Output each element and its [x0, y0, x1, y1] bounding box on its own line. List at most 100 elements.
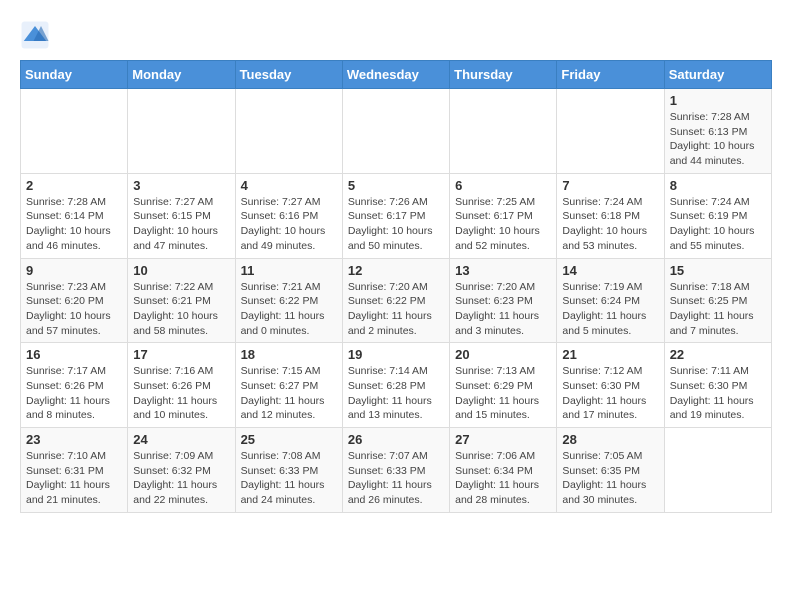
- day-info: Sunrise: 7:08 AM Sunset: 6:33 PM Dayligh…: [241, 449, 337, 508]
- calendar-cell: 26 Sunrise: 7:07 AM Sunset: 6:33 PM Dayli…: [342, 428, 449, 513]
- day-info: Sunrise: 7:23 AM Sunset: 6:20 PM Dayligh…: [26, 280, 122, 339]
- day-info: Sunrise: 7:11 AM Sunset: 6:30 PM Dayligh…: [670, 364, 766, 423]
- day-info: Sunrise: 7:15 AM Sunset: 6:27 PM Dayligh…: [241, 364, 337, 423]
- day-number: 19: [348, 347, 444, 362]
- day-number: 27: [455, 432, 551, 447]
- day-number: 2: [26, 178, 122, 193]
- calendar-cell: 7 Sunrise: 7:24 AM Sunset: 6:18 PM Daylig…: [557, 173, 664, 258]
- day-number: 25: [241, 432, 337, 447]
- day-number: 8: [670, 178, 766, 193]
- day-info: Sunrise: 7:07 AM Sunset: 6:33 PM Dayligh…: [348, 449, 444, 508]
- day-number: 11: [241, 263, 337, 278]
- calendar-header-row: SundayMondayTuesdayWednesdayThursdayFrid…: [21, 61, 772, 89]
- calendar-cell: [342, 89, 449, 174]
- calendar-cell: 15 Sunrise: 7:18 AM Sunset: 6:25 PM Dayli…: [664, 258, 771, 343]
- day-info: Sunrise: 7:09 AM Sunset: 6:32 PM Dayligh…: [133, 449, 229, 508]
- day-number: 16: [26, 347, 122, 362]
- calendar-cell: 5 Sunrise: 7:26 AM Sunset: 6:17 PM Daylig…: [342, 173, 449, 258]
- day-info: Sunrise: 7:20 AM Sunset: 6:22 PM Dayligh…: [348, 280, 444, 339]
- day-number: 5: [348, 178, 444, 193]
- day-number: 12: [348, 263, 444, 278]
- calendar-cell: 1 Sunrise: 7:28 AM Sunset: 6:13 PM Daylig…: [664, 89, 771, 174]
- day-info: Sunrise: 7:27 AM Sunset: 6:15 PM Dayligh…: [133, 195, 229, 254]
- calendar-cell: [450, 89, 557, 174]
- day-info: Sunrise: 7:12 AM Sunset: 6:30 PM Dayligh…: [562, 364, 658, 423]
- calendar-cell: 17Sunrise: 7:16 AM Sunset: 6:26 PM Dayli…: [128, 343, 235, 428]
- day-info: Sunrise: 7:24 AM Sunset: 6:18 PM Dayligh…: [562, 195, 658, 254]
- calendar-cell: 9 Sunrise: 7:23 AM Sunset: 6:20 PM Daylig…: [21, 258, 128, 343]
- day-info: Sunrise: 7:28 AM Sunset: 6:14 PM Dayligh…: [26, 195, 122, 254]
- day-info: Sunrise: 7:21 AM Sunset: 6:22 PM Dayligh…: [241, 280, 337, 339]
- calendar-cell: [664, 428, 771, 513]
- day-number: 21: [562, 347, 658, 362]
- day-info: Sunrise: 7:27 AM Sunset: 6:16 PM Dayligh…: [241, 195, 337, 254]
- day-info: Sunrise: 7:16 AM Sunset: 6:26 PM Dayligh…: [133, 364, 229, 423]
- day-number: 3: [133, 178, 229, 193]
- day-number: 18: [241, 347, 337, 362]
- calendar-cell: 3 Sunrise: 7:27 AM Sunset: 6:15 PM Daylig…: [128, 173, 235, 258]
- day-number: 28: [562, 432, 658, 447]
- calendar-cell: 27 Sunrise: 7:06 AM Sunset: 6:34 PM Dayli…: [450, 428, 557, 513]
- day-number: 15: [670, 263, 766, 278]
- day-number: 14: [562, 263, 658, 278]
- calendar-table: SundayMondayTuesdayWednesdayThursdayFrid…: [20, 60, 772, 513]
- calendar-cell: 4 Sunrise: 7:27 AM Sunset: 6:16 PM Daylig…: [235, 173, 342, 258]
- day-info: Sunrise: 7:19 AM Sunset: 6:24 PM Dayligh…: [562, 280, 658, 339]
- calendar-cell: 28 Sunrise: 7:05 AM Sunset: 6:35 PM Dayli…: [557, 428, 664, 513]
- calendar-week-row: 23 Sunrise: 7:10 AM Sunset: 6:31 PM Dayli…: [21, 428, 772, 513]
- calendar-cell: 8 Sunrise: 7:24 AM Sunset: 6:19 PM Daylig…: [664, 173, 771, 258]
- day-number: 26: [348, 432, 444, 447]
- day-number: 13: [455, 263, 551, 278]
- day-number: 24: [133, 432, 229, 447]
- calendar-cell: [128, 89, 235, 174]
- day-info: Sunrise: 7:24 AM Sunset: 6:19 PM Dayligh…: [670, 195, 766, 254]
- calendar-body: 1 Sunrise: 7:28 AM Sunset: 6:13 PM Daylig…: [21, 89, 772, 513]
- calendar-week-row: 9 Sunrise: 7:23 AM Sunset: 6:20 PM Daylig…: [21, 258, 772, 343]
- day-number: 1: [670, 93, 766, 108]
- calendar-cell: 21 Sunrise: 7:12 AM Sunset: 6:30 PM Dayli…: [557, 343, 664, 428]
- day-number: 20: [455, 347, 551, 362]
- weekday-header: Sunday: [21, 61, 128, 89]
- day-number: 23: [26, 432, 122, 447]
- calendar-cell: 19 Sunrise: 7:14 AM Sunset: 6:28 PM Dayli…: [342, 343, 449, 428]
- day-info: Sunrise: 7:17 AM Sunset: 6:26 PM Dayligh…: [26, 364, 122, 423]
- calendar-cell: 20 Sunrise: 7:13 AM Sunset: 6:29 PM Dayli…: [450, 343, 557, 428]
- day-number: 6: [455, 178, 551, 193]
- calendar-cell: 16 Sunrise: 7:17 AM Sunset: 6:26 PM Dayli…: [21, 343, 128, 428]
- logo: [20, 20, 54, 50]
- weekday-header: Wednesday: [342, 61, 449, 89]
- calendar-cell: 22 Sunrise: 7:11 AM Sunset: 6:30 PM Dayli…: [664, 343, 771, 428]
- logo-icon: [20, 20, 50, 50]
- weekday-header: Saturday: [664, 61, 771, 89]
- day-info: Sunrise: 7:22 AM Sunset: 6:21 PM Dayligh…: [133, 280, 229, 339]
- calendar-cell: 10 Sunrise: 7:22 AM Sunset: 6:21 PM Dayli…: [128, 258, 235, 343]
- calendar-cell: 11 Sunrise: 7:21 AM Sunset: 6:22 PM Dayli…: [235, 258, 342, 343]
- calendar-cell: [21, 89, 128, 174]
- calendar-cell: [557, 89, 664, 174]
- day-info: Sunrise: 7:05 AM Sunset: 6:35 PM Dayligh…: [562, 449, 658, 508]
- calendar-week-row: 1 Sunrise: 7:28 AM Sunset: 6:13 PM Daylig…: [21, 89, 772, 174]
- day-info: Sunrise: 7:14 AM Sunset: 6:28 PM Dayligh…: [348, 364, 444, 423]
- calendar-cell: 2 Sunrise: 7:28 AM Sunset: 6:14 PM Daylig…: [21, 173, 128, 258]
- day-number: 10: [133, 263, 229, 278]
- day-info: Sunrise: 7:13 AM Sunset: 6:29 PM Dayligh…: [455, 364, 551, 423]
- day-info: Sunrise: 7:28 AM Sunset: 6:13 PM Dayligh…: [670, 110, 766, 169]
- calendar-cell: 25 Sunrise: 7:08 AM Sunset: 6:33 PM Dayli…: [235, 428, 342, 513]
- weekday-header: Monday: [128, 61, 235, 89]
- day-number: 9: [26, 263, 122, 278]
- day-number: 7: [562, 178, 658, 193]
- day-info: Sunrise: 7:20 AM Sunset: 6:23 PM Dayligh…: [455, 280, 551, 339]
- weekday-header: Thursday: [450, 61, 557, 89]
- day-info: Sunrise: 7:26 AM Sunset: 6:17 PM Dayligh…: [348, 195, 444, 254]
- page-header: [20, 20, 772, 50]
- calendar-cell: 24 Sunrise: 7:09 AM Sunset: 6:32 PM Dayli…: [128, 428, 235, 513]
- calendar-cell: [235, 89, 342, 174]
- day-info: Sunrise: 7:06 AM Sunset: 6:34 PM Dayligh…: [455, 449, 551, 508]
- day-info: Sunrise: 7:25 AM Sunset: 6:17 PM Dayligh…: [455, 195, 551, 254]
- day-info: Sunrise: 7:10 AM Sunset: 6:31 PM Dayligh…: [26, 449, 122, 508]
- day-number: 4: [241, 178, 337, 193]
- weekday-header: Friday: [557, 61, 664, 89]
- calendar-cell: 13 Sunrise: 7:20 AM Sunset: 6:23 PM Dayli…: [450, 258, 557, 343]
- day-number: 22: [670, 347, 766, 362]
- day-info: Sunrise: 7:18 AM Sunset: 6:25 PM Dayligh…: [670, 280, 766, 339]
